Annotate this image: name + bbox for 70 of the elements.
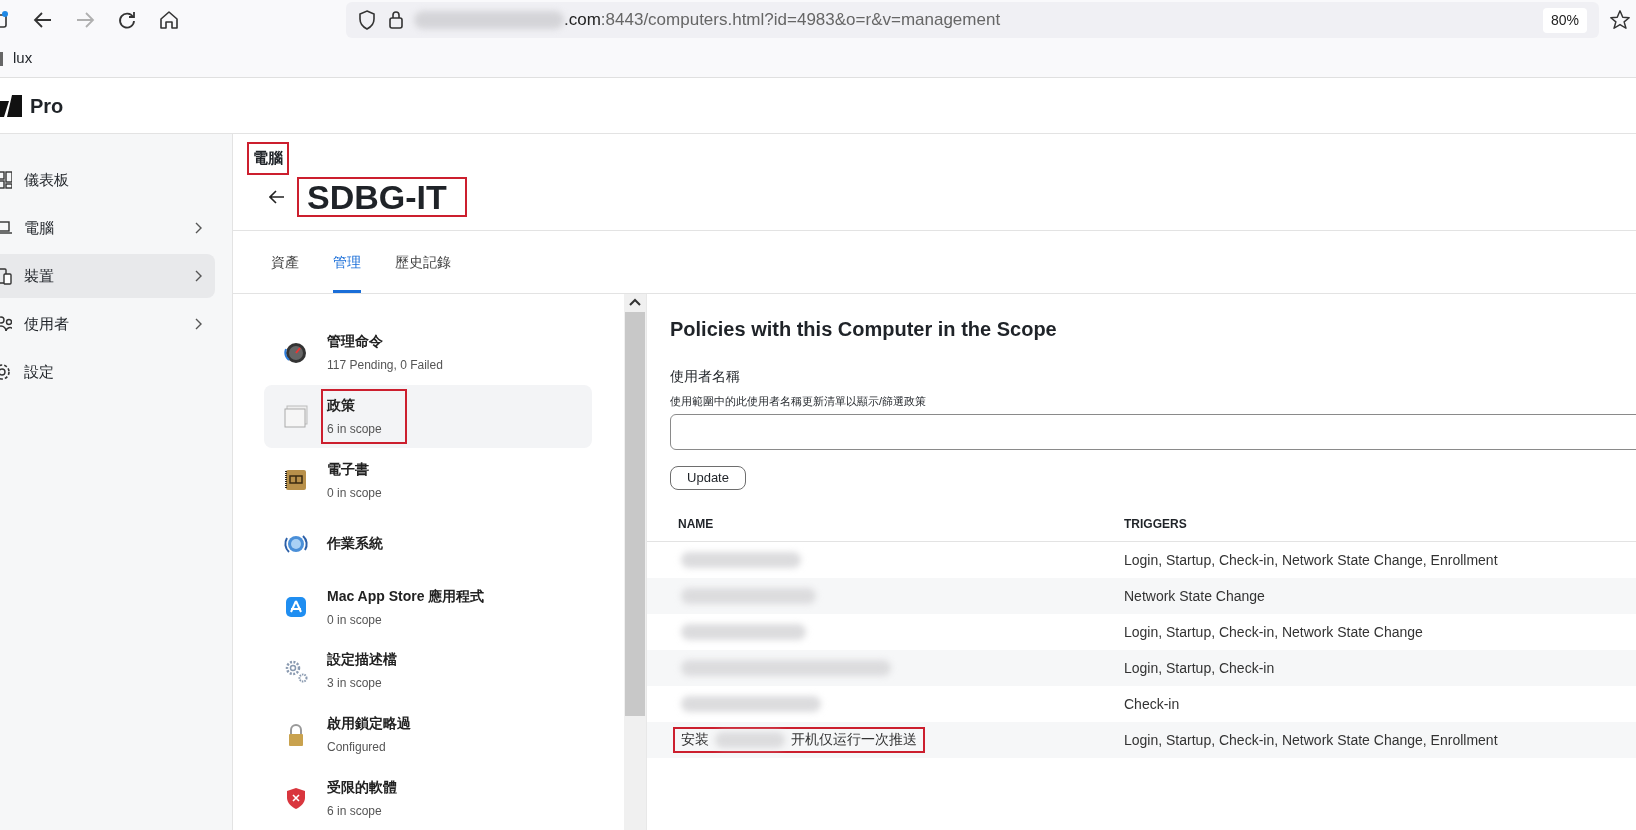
scroll-up-icon[interactable] bbox=[629, 298, 641, 306]
tab-icon[interactable] bbox=[0, 11, 8, 29]
lock-icon[interactable] bbox=[388, 10, 404, 30]
category-item[interactable]: 電子書 0 in scope bbox=[264, 448, 592, 512]
category-subtitle: 3 in scope bbox=[327, 675, 383, 693]
field-hint: 使用範圍中的此使用者名稱更新清單以顯示/篩選政策 bbox=[670, 394, 928, 409]
policy-name[interactable]: 安装 开机仅运行一次推送 bbox=[673, 726, 925, 753]
category-item[interactable]: 作業系統 bbox=[264, 511, 592, 576]
scrollbar-thumb[interactable] bbox=[625, 312, 645, 716]
app-name: Pro bbox=[30, 93, 64, 119]
sidebar-item[interactable]: 電腦 bbox=[0, 206, 215, 250]
category-item[interactable]: 設定描述檔 3 in scope bbox=[264, 639, 592, 703]
trigger-list: Login, Startup, Check-in, Network State Change, Enrollment bbox=[1124, 551, 1498, 568]
dashboard-icon bbox=[0, 170, 12, 190]
trigger-list: Login, Startup, Check-in, Network State Change, Enrollment bbox=[1124, 731, 1498, 748]
window-stack-icon bbox=[283, 403, 309, 430]
category-subtitle: 6 in scope bbox=[327, 420, 383, 438]
column-header: TRIGGERS bbox=[1124, 517, 1187, 531]
category-title: 啟用鎖定略過 bbox=[327, 714, 411, 734]
shield-icon[interactable] bbox=[358, 10, 376, 30]
url-text[interactable]: :8443/computers.html?id=4983&o=r&v=management bbox=[600, 7, 1001, 33]
computer-title: SDBG-IT bbox=[297, 176, 467, 217]
trigger-list: Network State Change bbox=[1124, 587, 1265, 604]
category-item[interactable]: 管理命令 117 Pending, 0 Failed bbox=[264, 321, 592, 385]
category-title: 受限的軟體 bbox=[327, 777, 397, 797]
reload-icon[interactable] bbox=[116, 9, 138, 31]
devices-icon bbox=[0, 266, 12, 286]
category-subtitle: Configured bbox=[327, 739, 387, 757]
category-title: Mac App Store 應用程式 bbox=[327, 586, 485, 606]
bookmark-link[interactable]: lux bbox=[13, 47, 33, 70]
settings-icon bbox=[0, 362, 12, 382]
category-subtitle: 0 in scope bbox=[327, 611, 383, 629]
section-heading: Policies with this Computer in the Scope bbox=[670, 317, 1058, 342]
address-bar[interactable]: .com:8443/computers.html?id=4983&o=r&v=management 80% bbox=[346, 2, 1599, 38]
category-item[interactable]: 政策 6 in scope bbox=[264, 384, 592, 449]
tab[interactable]: 歷史記錄 bbox=[395, 252, 451, 293]
category-item[interactable]: 啟用鎖定略過 Configured bbox=[264, 702, 592, 767]
zoom-level[interactable]: 80% bbox=[1542, 7, 1587, 33]
username-field[interactable] bbox=[670, 413, 1636, 450]
category-title: 設定描述檔 bbox=[327, 650, 397, 670]
update-button[interactable]: Update bbox=[670, 465, 746, 490]
users-icon bbox=[0, 314, 12, 334]
scrollbar[interactable] bbox=[624, 294, 646, 830]
url-text[interactable]: .com bbox=[564, 7, 601, 33]
category-title: 管理命令 bbox=[327, 332, 384, 352]
sidebar-item[interactable]: 設定 bbox=[0, 350, 215, 394]
category-title: 作業系統 bbox=[327, 534, 383, 554]
home-icon[interactable] bbox=[158, 9, 180, 31]
category-subtitle: 0 in scope bbox=[327, 484, 382, 502]
category-title: 電子書 bbox=[327, 459, 370, 479]
sidebar-item[interactable]: 使用者 bbox=[0, 302, 215, 346]
category-subtitle: 117 Pending, 0 Failed bbox=[327, 357, 443, 375]
tab[interactable]: 管理 bbox=[333, 252, 361, 293]
trigger-list: Check-in bbox=[1124, 695, 1180, 712]
sidebar-item[interactable]: 儀表板 bbox=[0, 158, 215, 202]
category-item[interactable]: Mac App Store 應用程式 0 in scope bbox=[264, 575, 592, 640]
trigger-list: Login, Startup, Check-in, Network State Change bbox=[1124, 623, 1423, 640]
tab[interactable]: 資產 bbox=[271, 252, 299, 293]
category-item[interactable]: 受限的軟體 6 in scope bbox=[264, 766, 592, 830]
trigger-list: Login, Startup, Check-in bbox=[1124, 659, 1275, 676]
logo-icon bbox=[0, 94, 22, 117]
field-label: 使用者名稱 bbox=[670, 367, 741, 386]
category-title: 政策 bbox=[327, 395, 356, 415]
column-header: NAME bbox=[678, 517, 714, 531]
back-arrow-icon[interactable] bbox=[269, 189, 285, 204]
sidebar-item[interactable]: 裝置 bbox=[0, 254, 215, 298]
bookmark-folder-icon[interactable] bbox=[0, 51, 3, 66]
category-subtitle: 6 in scope bbox=[327, 802, 383, 820]
bookmark-star-icon[interactable] bbox=[1609, 9, 1631, 31]
breadcrumb-link[interactable]: 電腦 bbox=[247, 142, 289, 175]
